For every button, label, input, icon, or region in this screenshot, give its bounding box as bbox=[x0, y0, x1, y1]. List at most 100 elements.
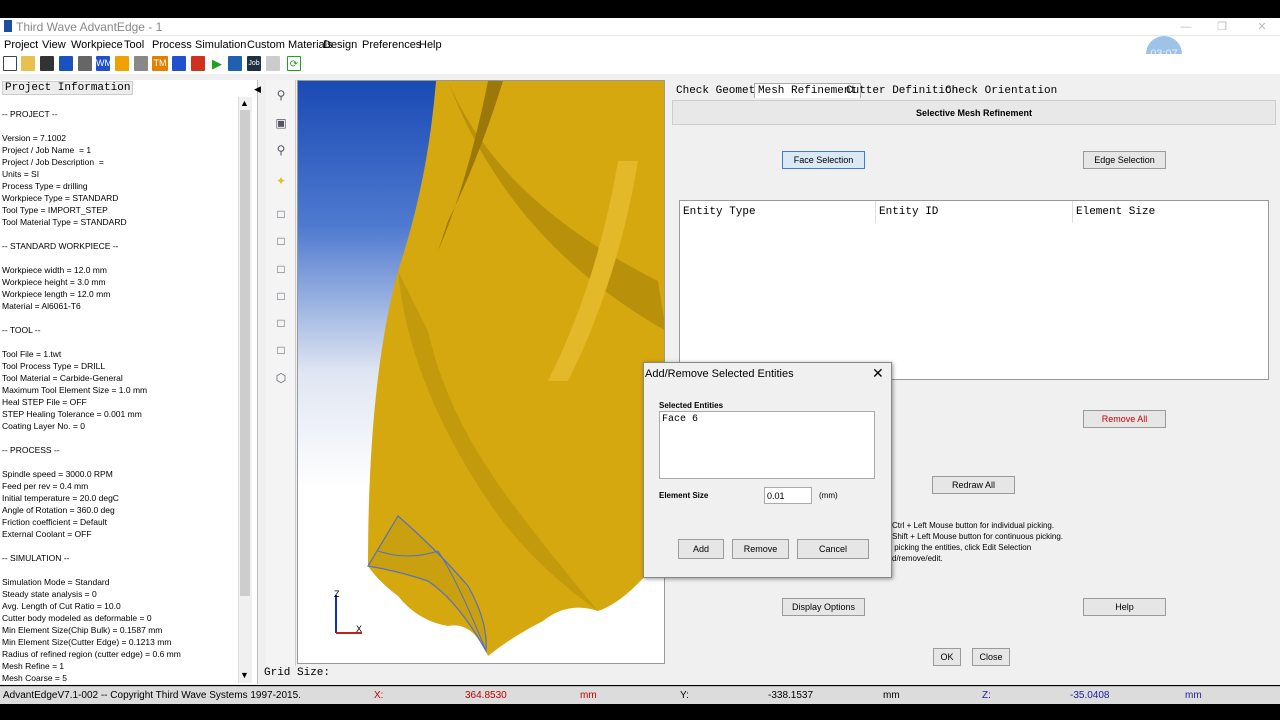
open-folder-icon[interactable] bbox=[21, 56, 35, 71]
menu-workpiece[interactable]: Workpiece bbox=[71, 39, 123, 51]
x-unit: mm bbox=[580, 690, 597, 701]
menu-custom-materials[interactable]: Custom Materials bbox=[247, 39, 333, 51]
doc-icon[interactable] bbox=[266, 56, 280, 71]
project-info-line: Spindle speed = 3000.0 RPM bbox=[2, 469, 113, 479]
view-back-icon[interactable]: □ bbox=[273, 234, 289, 248]
tab-check-orientation[interactable]: Check Orientation bbox=[941, 83, 1061, 99]
tool-icon[interactable] bbox=[78, 56, 92, 71]
project-info-line: Tool Type = IMPORT_STEP bbox=[2, 205, 108, 215]
zoom-window-icon[interactable]: ▣ bbox=[273, 116, 289, 130]
project-info-line: Mesh Refine = 1 bbox=[2, 661, 65, 671]
menu-help[interactable]: Help bbox=[419, 39, 442, 51]
project-info-line bbox=[2, 336, 238, 348]
project-info-line bbox=[2, 456, 238, 468]
project-info-line: Cutter body modeled as deformable = 0 bbox=[2, 613, 152, 623]
copyright-text: AdvantEdgeV7.1-002 -- Copyright Third Wa… bbox=[3, 690, 301, 701]
face-selection-button[interactable]: Face Selection bbox=[782, 151, 865, 169]
view-iso-icon[interactable]: ⬡ bbox=[273, 371, 289, 385]
element-size-unit: (mm) bbox=[819, 491, 838, 500]
project-info-line: Workpiece Type = STANDARD bbox=[2, 193, 119, 203]
chart-icon[interactable] bbox=[228, 56, 242, 71]
edge-selection-button[interactable]: Edge Selection bbox=[1083, 151, 1166, 169]
help-button[interactable]: Help bbox=[1083, 598, 1166, 616]
job-icon[interactable]: Job bbox=[247, 56, 261, 71]
z-unit: mm bbox=[1185, 690, 1202, 701]
project-info-line: -- STANDARD WORKPIECE -- bbox=[2, 241, 119, 251]
project-info-tab[interactable]: Project Information bbox=[2, 81, 134, 95]
column-divider bbox=[1072, 201, 1073, 223]
refresh-icon[interactable]: ⟳ bbox=[287, 56, 301, 71]
project-info-line: Tool File = 1.twt bbox=[2, 349, 62, 359]
menu-view[interactable]: View bbox=[42, 39, 66, 51]
wm-icon[interactable]: WM bbox=[96, 56, 112, 71]
col-element-size[interactable]: Element Size bbox=[1076, 206, 1155, 218]
diamond-icon[interactable] bbox=[191, 56, 205, 71]
zoom-icon[interactable]: ⚲ bbox=[273, 88, 289, 102]
remove-button[interactable]: Remove bbox=[732, 539, 789, 559]
grid-size-label: Grid Size: bbox=[264, 667, 331, 679]
process-icon[interactable] bbox=[115, 56, 129, 71]
view-top-icon[interactable]: □ bbox=[273, 316, 289, 330]
collapse-panel-icon[interactable]: ◀ bbox=[254, 84, 261, 95]
cancel-button[interactable]: Cancel bbox=[797, 539, 869, 559]
col-entity-id[interactable]: Entity ID bbox=[879, 206, 938, 218]
axis-z-label: Z bbox=[334, 589, 340, 599]
workpiece-icon[interactable] bbox=[59, 56, 73, 71]
minimize-icon[interactable]: — bbox=[1176, 18, 1196, 36]
dialog-title: Add/Remove Selected Entities bbox=[645, 368, 794, 380]
z-value: -35.0408 bbox=[1070, 690, 1110, 701]
view-bottom-icon[interactable]: □ bbox=[273, 343, 289, 357]
menu-design[interactable]: Design bbox=[323, 39, 357, 51]
light-icon[interactable]: ✦ bbox=[273, 174, 289, 188]
selected-entities-list[interactable]: Face 6 bbox=[659, 411, 875, 479]
menu-project[interactable]: Project bbox=[4, 39, 38, 51]
project-info-panel: Project Information -- PROJECT -- Version… bbox=[0, 80, 258, 684]
project-info-line: Units = SI bbox=[2, 169, 40, 179]
project-info-line: Initial temperature = 20.0 degC bbox=[2, 493, 119, 503]
project-info-line: Project / Job Description = bbox=[2, 157, 104, 167]
scroll-down-icon[interactable]: ▼ bbox=[240, 670, 249, 680]
menu-simulation[interactable]: Simulation bbox=[195, 39, 246, 51]
menu-process[interactable]: Process bbox=[152, 39, 192, 51]
project-info-line: -- PROJECT -- bbox=[2, 109, 58, 119]
view-left-icon[interactable]: □ bbox=[273, 262, 289, 276]
project-info-line: Feed per rev = 0.4 mm bbox=[2, 481, 89, 491]
zoom-out-icon[interactable]: ⚲ bbox=[273, 143, 289, 157]
dialog-close-icon[interactable]: ✕ bbox=[872, 365, 884, 382]
3d-viewport[interactable]: Z X bbox=[297, 80, 665, 664]
element-size-input[interactable] bbox=[764, 487, 812, 504]
close-icon[interactable]: ✕ bbox=[1252, 18, 1272, 36]
new-file-icon[interactable] bbox=[3, 56, 17, 71]
x-value: 364.8530 bbox=[465, 690, 507, 701]
add-button[interactable]: Add bbox=[678, 539, 724, 559]
project-info-line: Tool Process Type = DRILL bbox=[2, 361, 106, 371]
scrollbar-thumb[interactable] bbox=[240, 110, 250, 596]
display-options-button[interactable]: Display Options bbox=[782, 598, 865, 616]
menu-bar: Project View Workpiece Tool Process Simu… bbox=[0, 36, 1280, 54]
user-icon[interactable] bbox=[172, 56, 186, 71]
title-bar: Third Wave AdvantEdge - 1 — ❐ ✕ bbox=[0, 18, 1280, 36]
project-info-line: Steady state analysis = 0 bbox=[2, 589, 97, 599]
restore-icon[interactable]: ❐ bbox=[1212, 18, 1232, 36]
menu-tool[interactable]: Tool bbox=[124, 39, 144, 51]
column-divider bbox=[875, 201, 876, 223]
z-label: Z: bbox=[982, 690, 991, 701]
tm-icon[interactable]: TM bbox=[152, 56, 168, 71]
app-icon bbox=[4, 20, 12, 32]
ok-button[interactable]: OK bbox=[933, 648, 961, 666]
close-button[interactable]: Close bbox=[972, 648, 1010, 666]
run-icon[interactable]: ▶ bbox=[210, 56, 224, 71]
simulation-icon[interactable] bbox=[134, 56, 148, 71]
entity-table[interactable]: Entity Type Entity ID Element Size bbox=[679, 200, 1269, 380]
instructions-text: Ctrl + Left Mouse button for individual … bbox=[892, 521, 1063, 563]
x-label: X: bbox=[374, 690, 384, 701]
save-icon[interactable] bbox=[40, 56, 54, 71]
view-front-icon[interactable]: □ bbox=[273, 207, 289, 221]
scroll-up-icon[interactable]: ▲ bbox=[240, 98, 249, 108]
col-entity-type[interactable]: Entity Type bbox=[683, 206, 756, 218]
view-right-icon[interactable]: □ bbox=[273, 289, 289, 303]
remove-all-button[interactable]: Remove All bbox=[1083, 410, 1166, 428]
menu-preferences[interactable]: Preferences bbox=[362, 39, 421, 51]
redraw-all-button[interactable]: Redraw All bbox=[932, 476, 1015, 494]
project-info-line: STEP Healing Tolerance = 0.001 mm bbox=[2, 409, 142, 419]
